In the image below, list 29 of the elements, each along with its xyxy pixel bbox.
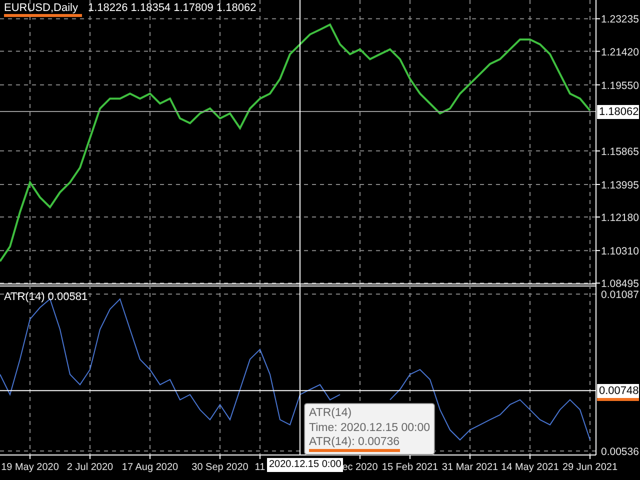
date-label: 11 [254,462,266,473]
current-price-label: 1.18062 [597,104,639,119]
crosshair-time-label: 2020.12.15 0:00 [267,458,344,472]
axis-label: 1.23235 [601,14,639,26]
date-label: 14 May 2021 [501,462,559,473]
date-label: 30 Sep 2020 [192,462,248,473]
tooltip-text: Time: 2020.12.15 00:00 [309,421,430,436]
date-label: 29 Jun 2021 [562,462,618,473]
date-label: 2 Jul 2020 [66,462,114,473]
axis-label: 1.13995 [601,179,639,192]
axis-label: 1.19550 [601,80,639,92]
tooltip-text: ATR(14) [309,406,352,421]
axis-label: 1.21420 [601,46,639,58]
date-label: 19 May 2020 [1,462,59,473]
date-label: ec 2020 [342,462,378,473]
axis-label: 1.10310 [601,246,639,258]
date-label: 31 Mar 2021 [442,462,498,473]
ohlc-values: 1.18226 1.18354 1.17809 1.18062 [88,2,256,16]
tooltip-text: ATR(14): 0.00736 [309,436,400,452]
axis-label: 1.08495 [601,278,639,290]
date-label: 17 Aug 2020 [122,462,178,473]
crosshair-value-label: 0.00748 [597,384,639,401]
date-label: 15 Feb 2021 [382,462,438,473]
axis-label: 0.00536 [601,446,639,458]
axis-label: 1.15865 [601,146,639,158]
indicator-legend: ATR(14) 0.00581 [4,291,88,303]
axis-label: 1.12180 [601,212,639,224]
axis-label: 0.01087 [601,289,639,302]
symbol-label: EURUSD,Daily [4,2,82,17]
